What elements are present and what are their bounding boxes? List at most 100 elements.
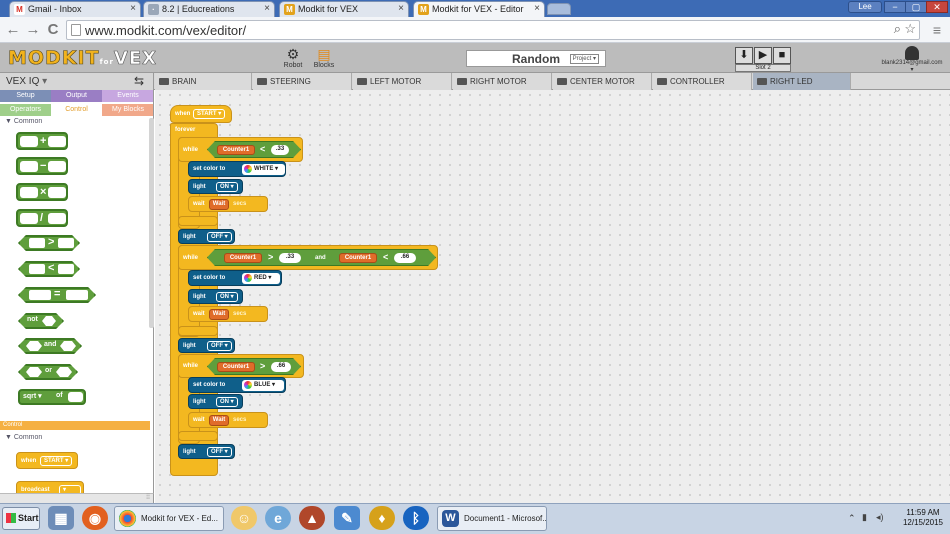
tray-expand-icon[interactable]: ⌃: [848, 513, 856, 524]
when-start-block[interactable]: when START ▾: [16, 452, 78, 469]
when-start-block[interactable]: when START ▾: [170, 105, 232, 123]
and-condition[interactable]: Counter1 > .33 and Counter1 < .66: [207, 249, 436, 266]
while-header-3[interactable]: while Counter1 > .66: [178, 354, 304, 378]
zoom-icon[interactable]: ⌕: [894, 21, 901, 37]
light-dropdown[interactable]: ON ▾: [216, 397, 238, 407]
resize-grip-icon[interactable]: ⁞⁞: [146, 494, 150, 501]
wait-block[interactable]: wait Wait secs: [188, 306, 268, 322]
tab-center-motor[interactable]: CENTER MOTOR: [553, 73, 652, 90]
light-off-block[interactable]: light OFF ▾: [178, 444, 235, 459]
light-off-block[interactable]: light OFF ▾: [178, 229, 235, 244]
bookmark-star-icon[interactable]: ☆: [904, 21, 916, 37]
tab-modkit[interactable]: M Modkit for VEX ×: [279, 1, 409, 17]
light-dropdown[interactable]: OFF ▾: [207, 341, 232, 351]
close-tab-icon[interactable]: ×: [264, 2, 270, 16]
chrome-menu-icon[interactable]: ≡: [928, 21, 946, 39]
game-app-icon[interactable]: ▲: [299, 506, 325, 530]
color-dropdown[interactable]: BLUE ▾: [242, 380, 284, 391]
project-menu[interactable]: Project ▾: [569, 54, 599, 64]
wait-block[interactable]: wait Wait secs: [188, 412, 268, 428]
light-dropdown[interactable]: ON ▾: [216, 182, 238, 192]
divide-block[interactable]: /: [16, 209, 68, 227]
stop-button[interactable]: ■: [773, 47, 791, 64]
color-dropdown[interactable]: RED ▾: [242, 273, 280, 284]
wait-variable[interactable]: Wait: [209, 199, 229, 210]
greater-than-block[interactable]: >: [18, 235, 80, 251]
reload-icon[interactable]: C: [44, 21, 62, 39]
system-clock[interactable]: 11:59 AM 12/15/2015: [896, 508, 950, 532]
value-input[interactable]: .66: [271, 362, 291, 372]
back-icon[interactable]: ←: [4, 21, 22, 39]
calculator-icon[interactable]: ▦: [48, 506, 74, 530]
palette-subtab-operators[interactable]: Operators: [0, 104, 51, 116]
close-window-button[interactable]: ✕: [926, 1, 948, 13]
equals-block[interactable]: =: [18, 287, 96, 303]
start-dropdown[interactable]: START ▾: [193, 109, 226, 119]
user-menu[interactable]: blank2314@gmail.com ▾: [880, 46, 944, 73]
avatar-app-icon[interactable]: ☺: [231, 506, 257, 530]
close-tab-icon[interactable]: ×: [534, 2, 540, 16]
address-bar[interactable]: www.modkit.com/vex/editor/ ⌕ ☆: [66, 20, 920, 40]
robot-view-button[interactable]: ⚙ Robot: [278, 46, 308, 70]
light-dropdown[interactable]: OFF ▾: [207, 447, 232, 457]
multiply-block[interactable]: ×: [16, 183, 68, 201]
tab-right-led[interactable]: RIGHT LED: [753, 73, 851, 90]
close-tab-icon[interactable]: ×: [398, 2, 404, 16]
less-than-block[interactable]: <: [18, 261, 80, 277]
while-header-2[interactable]: while Counter1 > .33 and Counter1 < .66: [178, 245, 438, 270]
download-button[interactable]: ⬇: [735, 47, 753, 64]
device-select[interactable]: VEX IQ ▾ ⇆: [0, 73, 154, 90]
bluetooth-icon[interactable]: ᛒ: [403, 506, 429, 530]
palette-scrollbar[interactable]: [149, 118, 154, 328]
set-color-block[interactable]: set color to WHITE ▾: [188, 161, 286, 177]
value-input[interactable]: .33: [279, 253, 301, 263]
start-dropdown[interactable]: START ▾: [40, 456, 73, 466]
sqrt-block[interactable]: sqrt ▾ of: [18, 389, 86, 405]
light-on-block[interactable]: light ON ▾: [188, 394, 243, 409]
tab-modkit-editor[interactable]: M Modkit for VEX - Editor ×: [413, 1, 545, 17]
network-icon[interactable]: ▮: [862, 512, 867, 523]
wait-variable[interactable]: Wait: [209, 309, 229, 320]
taskbar-word-app[interactable]: W Document1 - Microsof...: [437, 506, 547, 531]
palette-subtab-control[interactable]: Control: [51, 104, 102, 116]
value-input[interactable]: .33: [271, 145, 289, 155]
counter-variable[interactable]: Counter1: [217, 145, 255, 155]
taskbar-chrome-app[interactable]: Modkit for VEX - Ed...: [114, 506, 224, 531]
forward-icon[interactable]: →: [24, 21, 42, 39]
slot-selector[interactable]: Slot 2: [735, 64, 791, 72]
swap-icon[interactable]: ⇆: [134, 73, 144, 90]
internet-explorer-icon[interactable]: e: [265, 506, 291, 530]
broadcast-dropdown[interactable]: ▾: [59, 485, 81, 493]
palette-tab-setup[interactable]: Setup: [0, 90, 51, 102]
subtract-block[interactable]: −: [16, 157, 68, 175]
and-block[interactable]: and: [18, 338, 82, 354]
tab-controller[interactable]: CONTROLLER: [653, 73, 752, 90]
tab-right-motor[interactable]: RIGHT MOTOR: [453, 73, 552, 90]
palette-subtab-my-blocks[interactable]: My Blocks: [102, 104, 153, 116]
or-block[interactable]: or: [18, 364, 78, 380]
run-button[interactable]: ▶: [754, 47, 772, 64]
counter-variable[interactable]: Counter1: [217, 362, 255, 372]
program-canvas[interactable]: when START ▾ forever while Counter1 < .3…: [155, 90, 950, 503]
light-dropdown[interactable]: OFF ▾: [207, 232, 232, 242]
broadcast-block[interactable]: broadcast ▾: [16, 481, 84, 493]
light-dropdown[interactable]: ON ▾: [216, 292, 238, 302]
light-off-block[interactable]: light OFF ▾: [178, 338, 235, 353]
set-color-block[interactable]: set color to BLUE ▾: [188, 377, 286, 393]
not-block[interactable]: not: [18, 313, 64, 329]
counter-variable[interactable]: Counter1: [339, 253, 377, 263]
profile-button[interactable]: Lee: [848, 1, 882, 13]
balloon-app-icon[interactable]: ♦: [369, 506, 395, 530]
tab-brain[interactable]: BRAIN: [155, 73, 252, 90]
set-color-block[interactable]: set color to RED ▾: [188, 270, 282, 286]
palette-tab-output[interactable]: Output: [51, 90, 102, 102]
new-tab-button[interactable]: [547, 3, 571, 15]
light-on-block[interactable]: light ON ▾: [188, 179, 243, 194]
tab-steering[interactable]: STEERING: [253, 73, 352, 90]
tab-gmail[interactable]: M Gmail - Inbox ×: [9, 1, 141, 17]
wait-variable[interactable]: Wait: [209, 415, 229, 426]
color-dropdown[interactable]: WHITE ▾: [242, 164, 285, 175]
notes-app-icon[interactable]: ✎: [334, 506, 360, 530]
start-button[interactable]: Start: [2, 507, 40, 530]
close-tab-icon[interactable]: ×: [130, 2, 136, 16]
